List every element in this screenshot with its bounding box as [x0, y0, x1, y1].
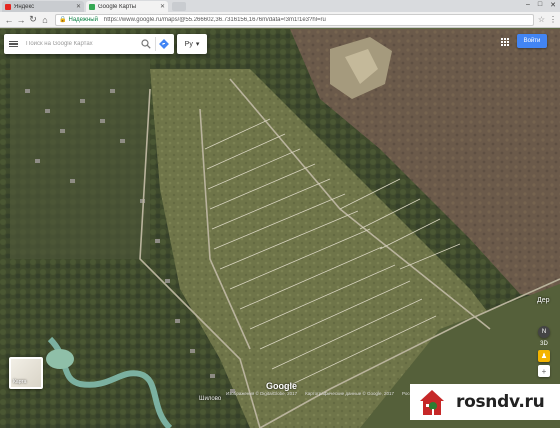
maximize-icon[interactable]: □	[538, 1, 542, 9]
thumbnail-label: Карта	[13, 379, 27, 385]
new-tab-button[interactable]	[172, 2, 186, 11]
browser-menu-icon[interactable]: ⋮	[549, 15, 557, 24]
place-label[interactable]: Дер	[537, 297, 550, 304]
attribution-mapdata: Картографические данные © Google, 2017	[305, 391, 395, 396]
map-search-box[interactable]: Поиск на Google Картах	[4, 34, 174, 54]
secure-label: Надежный	[68, 16, 98, 23]
forward-icon[interactable]: →	[15, 14, 27, 26]
lock-icon: 🔒	[59, 17, 67, 23]
google-logo: Google	[266, 381, 297, 391]
language-label: Ру	[184, 40, 193, 48]
satellite-map[interactable]: Дер Шилово	[0, 29, 560, 428]
google-maps-favicon-icon	[89, 3, 95, 10]
directions-button[interactable]	[155, 37, 169, 51]
back-icon[interactable]: ←	[3, 14, 15, 26]
language-button[interactable]: Ру ▾	[177, 34, 207, 54]
search-input[interactable]: Поиск на Google Картах	[26, 41, 139, 47]
address-bar[interactable]: 🔒 Надежный https://www.google.ru/maps/@5…	[55, 13, 534, 26]
search-icon[interactable]	[141, 39, 151, 49]
reload-icon[interactable]: ↻	[27, 14, 39, 26]
attribution-imagery: Изображения © DigitalGlobe, 2017	[226, 391, 298, 396]
url-text[interactable]: https://www.google.ru/maps/@55.266602,36…	[104, 17, 326, 23]
close-tab-icon[interactable]: ✕	[76, 3, 81, 10]
tab-bar: Яндекс ✕ Google Карты ✕ – □ ✕	[0, 0, 560, 12]
close-window-icon[interactable]: ✕	[550, 1, 556, 9]
close-tab-icon[interactable]: ✕	[160, 3, 165, 10]
home-icon[interactable]: ⌂	[39, 14, 51, 26]
village-label[interactable]: Шилово	[199, 396, 221, 402]
directions-icon	[159, 39, 169, 49]
bookmark-star-icon[interactable]: ☆	[538, 15, 545, 24]
menu-icon[interactable]	[9, 40, 18, 48]
tilt-label[interactable]: 3D	[540, 341, 548, 347]
watermark-text: rosndv.ru	[456, 392, 545, 412]
apps-grid-icon[interactable]	[501, 38, 509, 46]
yandex-favicon-icon	[5, 3, 11, 10]
map-controls: N 3D ♟ +	[537, 326, 551, 377]
pegman-icon[interactable]: ♟	[538, 350, 550, 362]
chevron-down-icon: ▾	[195, 41, 200, 48]
satellite-imagery	[0, 29, 560, 428]
minimize-icon[interactable]: –	[526, 1, 530, 9]
zoom-in-button[interactable]: +	[538, 365, 550, 377]
rosndv-watermark: rosndv.ru	[410, 384, 560, 420]
map-layer-thumbnail[interactable]: Карта	[9, 357, 43, 389]
tab-title: Google Карты	[98, 3, 137, 10]
house-tree-logo-icon	[420, 390, 444, 415]
tab-title: Яндекс	[14, 3, 35, 10]
window-controls: – □ ✕	[526, 1, 556, 9]
browser-toolbar: ← → ↻ ⌂ 🔒 Надежный https://www.google.ru…	[0, 12, 560, 28]
signin-button[interactable]: Войти	[517, 34, 547, 48]
tab-google-maps[interactable]: Google Карты ✕	[86, 1, 168, 12]
compass-icon[interactable]: N	[538, 326, 550, 338]
tab-yandex[interactable]: Яндекс ✕	[2, 1, 84, 12]
